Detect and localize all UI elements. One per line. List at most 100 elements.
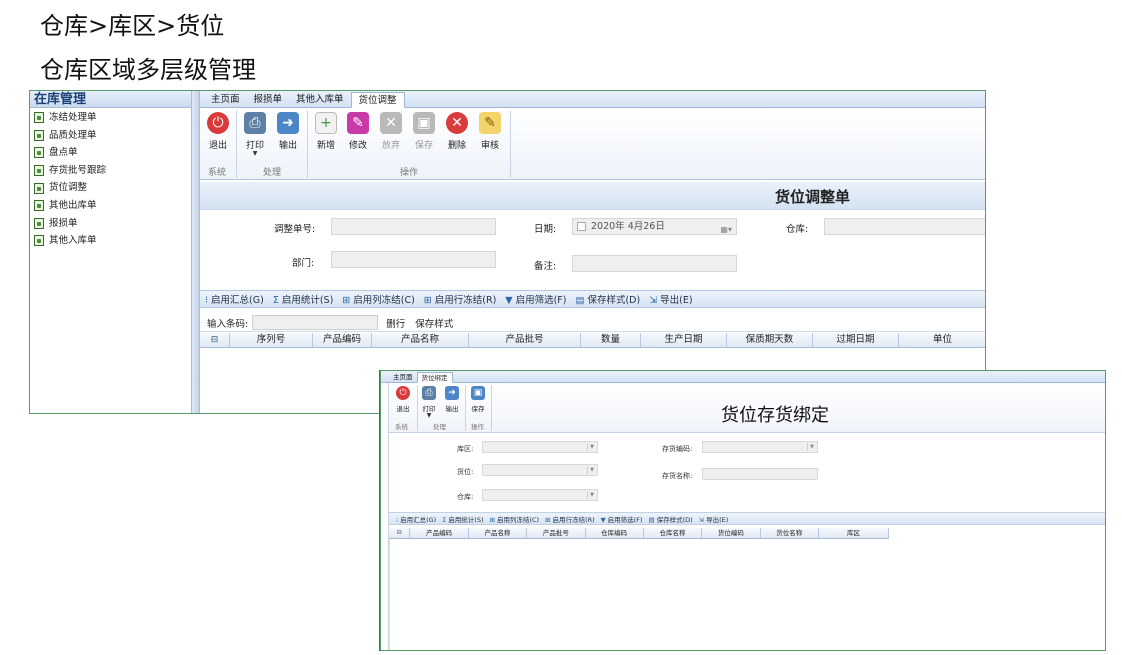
toolbar-save-style[interactable]: ▤ 保存样式(D) — [575, 292, 640, 306]
inventory-code-select[interactable]: ▼ — [702, 441, 818, 453]
export-button[interactable]: ➜ 输出 — [441, 386, 463, 413]
warehouse-label: 仓库: — [457, 493, 474, 501]
tab-damage[interactable]: 报损单 — [247, 92, 290, 107]
toolbar-filter[interactable]: ▼ 启用筛选(F) — [505, 292, 566, 306]
column-header[interactable]: 产品名称 — [469, 528, 528, 538]
date-checkbox[interactable] — [577, 222, 586, 231]
location-select[interactable]: ▼ — [482, 464, 598, 476]
column-header[interactable]: 保质期天数 — [727, 333, 813, 347]
toolbar-export[interactable]: ⇲ 导出(E) — [649, 292, 692, 306]
sidebar-item-other-inbound[interactable]: 其他入库单 — [30, 232, 191, 250]
tab-location-binding[interactable]: 货位绑定 — [416, 372, 453, 383]
toolbar-statistics[interactable]: Σ 启用统计(S) — [442, 514, 483, 524]
clipboard-icon: ✎ — [479, 112, 501, 134]
remark-field[interactable] — [572, 255, 737, 272]
printer-icon: ⎙ — [422, 386, 436, 400]
statistics-icon: Σ — [272, 295, 279, 306]
tab-home[interactable]: 主页面 — [204, 92, 247, 107]
summary-icon: ⁝ — [205, 295, 209, 306]
delete-row-button[interactable]: 删行 — [386, 316, 405, 330]
column-header[interactable]: 货位名称 — [761, 528, 819, 538]
toolbar-column-freeze[interactable]: ⊞ 启用列冻结(C) — [342, 292, 415, 306]
column-header[interactable]: 序列号 — [230, 333, 313, 347]
barcode-input[interactable] — [252, 315, 379, 330]
audit-button[interactable]: ✎ 审核 — [475, 112, 505, 151]
column-header[interactable]: 仓库名称 — [644, 528, 703, 538]
print-button[interactable]: ⎙ 打印 ▼ — [240, 112, 270, 157]
sidebar-item-quality[interactable]: 品质处理单 — [30, 127, 191, 145]
delete-icon: ✕ — [446, 112, 468, 134]
zone-select[interactable]: ▼ — [482, 441, 598, 453]
sidebar-item-damage[interactable]: 报损单 — [30, 215, 191, 233]
inventory-name-field[interactable] — [702, 468, 818, 480]
grid-body[interactable] — [389, 539, 1105, 650]
delete-button[interactable]: ✕ 删除 — [442, 112, 472, 151]
toolbar-row-freeze[interactable]: ⊞ 启用行冻结(R) — [424, 292, 496, 306]
arrow-right-icon: ➜ — [445, 386, 459, 400]
discard-button[interactable]: ✕ 放弃 — [376, 112, 406, 151]
sidebar-item-location-adjust[interactable]: 货位调整 — [30, 179, 191, 197]
grid-corner-icon[interactable]: ⊟ — [389, 528, 411, 538]
column-header[interactable]: 产品编码 — [410, 528, 469, 538]
save-button[interactable]: ▣ 保存 — [467, 386, 489, 413]
discard-icon: ✕ — [380, 112, 402, 134]
edit-button[interactable]: ✎ 修改 — [343, 112, 373, 151]
column-header[interactable]: 仓库编码 — [586, 528, 644, 538]
column-header[interactable]: 产品批号 — [527, 528, 586, 538]
toolbar-statistics[interactable]: Σ 启用统计(S) — [273, 292, 333, 306]
document-icon — [34, 112, 44, 124]
toolbar-summary[interactable]: ⁝ 启用汇总(G) — [205, 292, 264, 306]
zone-label: 库区: — [457, 445, 474, 453]
column-header[interactable]: 货位编码 — [702, 528, 761, 538]
toolbar-save-style[interactable]: ▤ 保存样式(D) — [648, 514, 692, 524]
column-header[interactable]: 产品编码 — [313, 333, 372, 347]
column-header[interactable]: 数量 — [581, 333, 641, 347]
export-button[interactable]: ➜ 输出 — [273, 112, 303, 151]
toolbar-column-freeze[interactable]: ⊞ 启用列冻结(C) — [490, 514, 540, 524]
column-header[interactable]: 产品批号 — [469, 333, 581, 347]
date-label: 日期: — [534, 224, 557, 235]
order-no-field[interactable] — [331, 218, 496, 235]
chevron-down-icon: ▼ — [587, 466, 596, 474]
sidebar-item-stocktake[interactable]: 盘点单 — [30, 144, 191, 162]
toolbar-export[interactable]: ⇲ 导出(E) — [699, 514, 729, 524]
print-button[interactable]: ⎙ 打印 ▼ — [418, 386, 440, 419]
save-button[interactable]: ▣ 保存 — [409, 112, 439, 151]
warehouse-select[interactable]: ▼ — [482, 489, 598, 501]
floppy-icon: ▣ — [471, 386, 485, 400]
sidebar-item-freeze[interactable]: 冻结处理单 — [30, 109, 191, 127]
binding-title: 货位存货绑定 — [721, 405, 829, 426]
save-style-icon: ▤ — [575, 295, 585, 306]
column-header[interactable]: 单位 — [899, 333, 985, 347]
column-header[interactable]: 产品名称 — [372, 333, 469, 347]
sidebar-item-batch-tracking[interactable]: 存货批号跟踪 — [30, 162, 191, 180]
group-label-process: 处理 — [433, 423, 446, 431]
grid-corner-icon[interactable]: ⊟ — [200, 333, 230, 347]
tab-other-inbound[interactable]: 其他入库单 — [289, 92, 351, 107]
save-style-button[interactable]: 保存样式 — [415, 316, 453, 330]
column-header[interactable]: 库区 — [819, 528, 889, 538]
toolbar-summary[interactable]: ⁝ 启用汇总(G) — [396, 514, 436, 524]
group-label-system: 系统 — [208, 168, 227, 178]
column-header[interactable]: 生产日期 — [641, 333, 727, 347]
department-field[interactable] — [331, 251, 496, 268]
date-field[interactable]: 2020年 4月26日 ▦▾ — [572, 218, 737, 235]
exit-button[interactable]: ⏻ 退出 — [203, 112, 233, 151]
calendar-icon[interactable]: ▦▾ — [720, 222, 732, 237]
remark-label: 备注: — [534, 261, 557, 272]
warehouse-field[interactable] — [824, 218, 985, 235]
tab-location-adjust[interactable]: 货位调整 — [350, 92, 405, 108]
column-header[interactable]: 过期日期 — [813, 333, 899, 347]
toolbar-filter[interactable]: ▼ 启用筛选(F) — [601, 514, 643, 524]
left-rail — [381, 383, 389, 650]
exit-button[interactable]: ⏻ 退出 — [392, 386, 414, 413]
chevron-down-icon: ▼ — [252, 150, 258, 157]
new-button[interactable]: + 新增 — [311, 112, 341, 151]
group-label-process: 处理 — [263, 168, 282, 178]
department-label: 部门: — [292, 258, 315, 269]
sidebar-splitter[interactable] — [192, 91, 200, 413]
toolbar-row-freeze[interactable]: ⊞ 启用行冻结(R) — [545, 514, 595, 524]
tab-home[interactable]: 主页面 — [389, 372, 417, 382]
sidebar-item-other-outbound[interactable]: 其他出库单 — [30, 197, 191, 215]
grid-header: ⊟ 序列号 产品编码 产品名称 产品批号 数量 生产日期 保质期天数 过期日期 … — [200, 333, 985, 348]
